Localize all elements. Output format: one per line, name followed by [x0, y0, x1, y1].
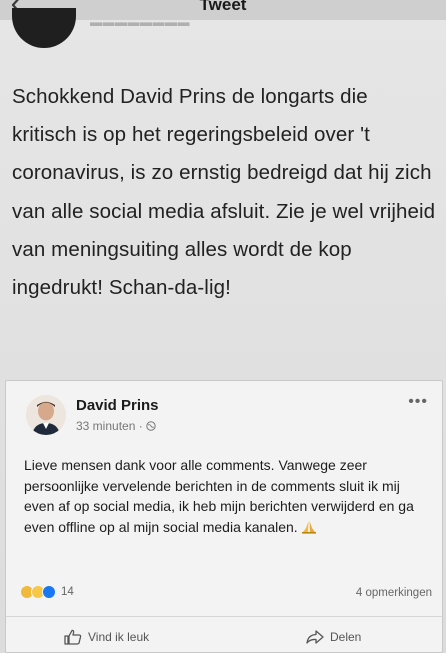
person-photo-icon: [26, 395, 66, 435]
like-icon: [42, 585, 56, 599]
share-label: Delen: [330, 630, 362, 644]
thumbs-up-icon: [64, 629, 82, 645]
share-arrow-icon: [306, 630, 324, 644]
like-button[interactable]: Vind ik leuk: [64, 629, 149, 645]
comments-count[interactable]: 4 opmerkingen: [356, 587, 432, 599]
tweet-author-avatar[interactable]: [12, 8, 76, 48]
fb-post-body: Lieve mensen dank voor alle comments. Va…: [24, 457, 414, 535]
globe-icon: [146, 421, 156, 431]
reaction-summary[interactable]: 14: [20, 585, 74, 599]
more-options-icon[interactable]: •••: [408, 393, 428, 411]
fb-post-meta: 33 minuten ·: [76, 419, 156, 433]
fb-post-time[interactable]: 33 minuten ·: [76, 419, 143, 433]
fb-author-name[interactable]: David Prins: [76, 397, 159, 414]
divider: [6, 616, 442, 617]
tweet-author-handle[interactable]: ▬▬▬▬▬▬▬▬: [90, 20, 190, 30]
tweet-text: Schokkend David Prins de longarts die kr…: [12, 85, 436, 300]
reaction-count: 14: [61, 586, 74, 598]
fb-author-avatar[interactable]: [26, 395, 66, 435]
share-button[interactable]: Delen: [306, 629, 361, 645]
screenshot: Tweet ▬▬▬▬▬▬▬▬ Schokkend David Prins de …: [0, 0, 446, 653]
folded-hands-icon: [301, 520, 316, 534]
embedded-facebook-post: David Prins 33 minuten · ••• Lieve mense…: [5, 380, 443, 653]
like-label: Vind ik leuk: [88, 630, 150, 644]
fb-post-text: Lieve mensen dank voor alle comments. Va…: [24, 455, 434, 537]
